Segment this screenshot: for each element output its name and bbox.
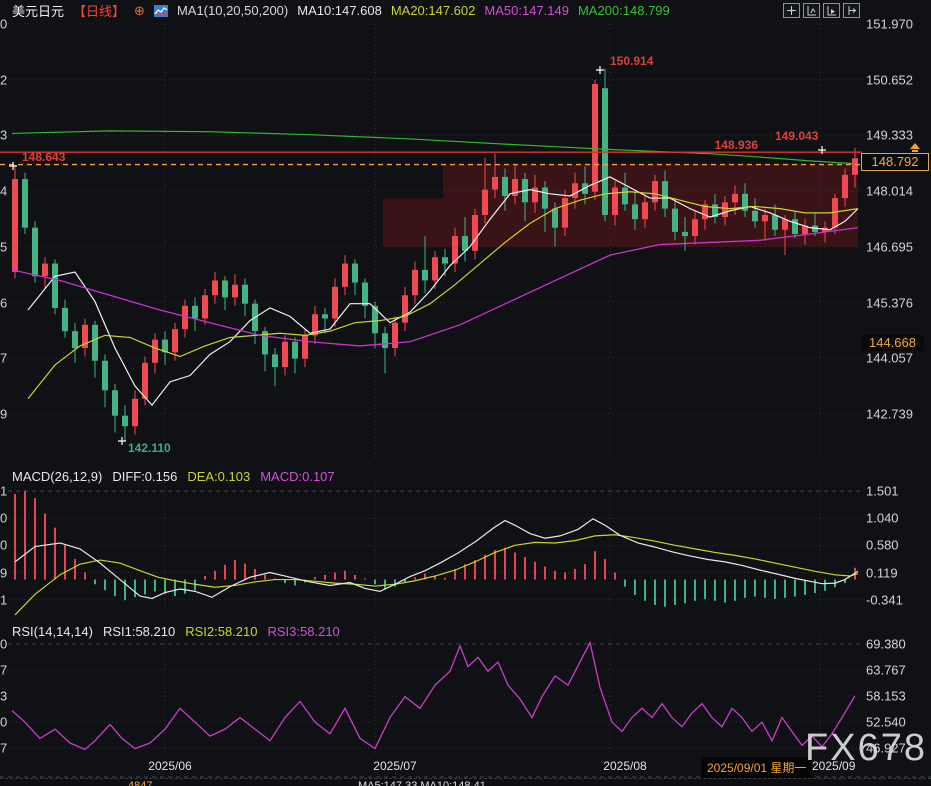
pan-right-icon xyxy=(846,5,857,16)
macd-dea-value: DEA:0.103 xyxy=(187,469,250,484)
clipped-text-fragment: MA5:147.33 MA10:148.41 xyxy=(358,780,486,786)
scale-left-icon xyxy=(806,5,817,16)
price-arrow-base xyxy=(912,150,918,152)
current-price-tag: 148.792 xyxy=(861,153,929,171)
ma200-value: MA200:148.799 xyxy=(578,3,670,18)
move-crosshair-icon xyxy=(786,5,797,16)
rsi1-value: RSI1:58.210 xyxy=(103,624,175,639)
move-crosshair-button[interactable] xyxy=(783,3,800,18)
chart-type-icon[interactable] xyxy=(154,5,168,17)
macd-macd-value: MACD:0.107 xyxy=(260,469,334,484)
price-up-arrow-icon xyxy=(910,143,920,149)
chart-canvas[interactable] xyxy=(0,0,931,785)
period-selector[interactable]: 【日线】 xyxy=(73,1,125,20)
scale-play-icon xyxy=(826,5,837,16)
scale-left-button[interactable] xyxy=(803,3,820,18)
ma10-value: MA10:147.608 xyxy=(297,3,382,18)
rsi-settings-label: RSI(14,14,14) xyxy=(12,624,93,639)
macd-settings-label: MACD(26,12,9) xyxy=(12,469,102,484)
scale-play-button[interactable] xyxy=(823,3,840,18)
alert-level-tag: 144.668 xyxy=(861,335,924,351)
watermark: FX678 xyxy=(805,727,927,770)
line-chart-icon xyxy=(154,5,168,17)
rsi-header: RSI(14,14,14) RSI1:58.210 RSI2:58.210 RS… xyxy=(12,624,340,639)
pan-right-button[interactable] xyxy=(843,3,860,18)
rsi3-value: RSI3:58.210 xyxy=(268,624,340,639)
selected-date-label: 2025/09/01 星期一 xyxy=(701,757,812,778)
symbol-title: 美元日元 xyxy=(12,1,64,20)
ma-settings-label: MA1(10,20,50,200) xyxy=(177,3,288,18)
rsi2-value: RSI2:58.210 xyxy=(185,624,257,639)
trading-chart-app: 美元日元 【日线】 ⊕ MA1(10,20,50,200) MA10:147.6… xyxy=(0,0,931,785)
chart-toolbar xyxy=(783,3,860,18)
ma50-value: MA50:147.149 xyxy=(484,3,569,18)
ma20-value: MA20:147.602 xyxy=(391,3,476,18)
macd-diff-value: DIFF:0.156 xyxy=(112,469,177,484)
macd-header: MACD(26,12,9) DIFF:0.156 DEA:0.103 MACD:… xyxy=(12,469,335,484)
clipped-text-fragment: 4847 xyxy=(128,780,152,786)
add-indicator-icon[interactable]: ⊕ xyxy=(134,3,145,19)
chart-header: 美元日元 【日线】 ⊕ MA1(10,20,50,200) MA10:147.6… xyxy=(12,2,670,19)
